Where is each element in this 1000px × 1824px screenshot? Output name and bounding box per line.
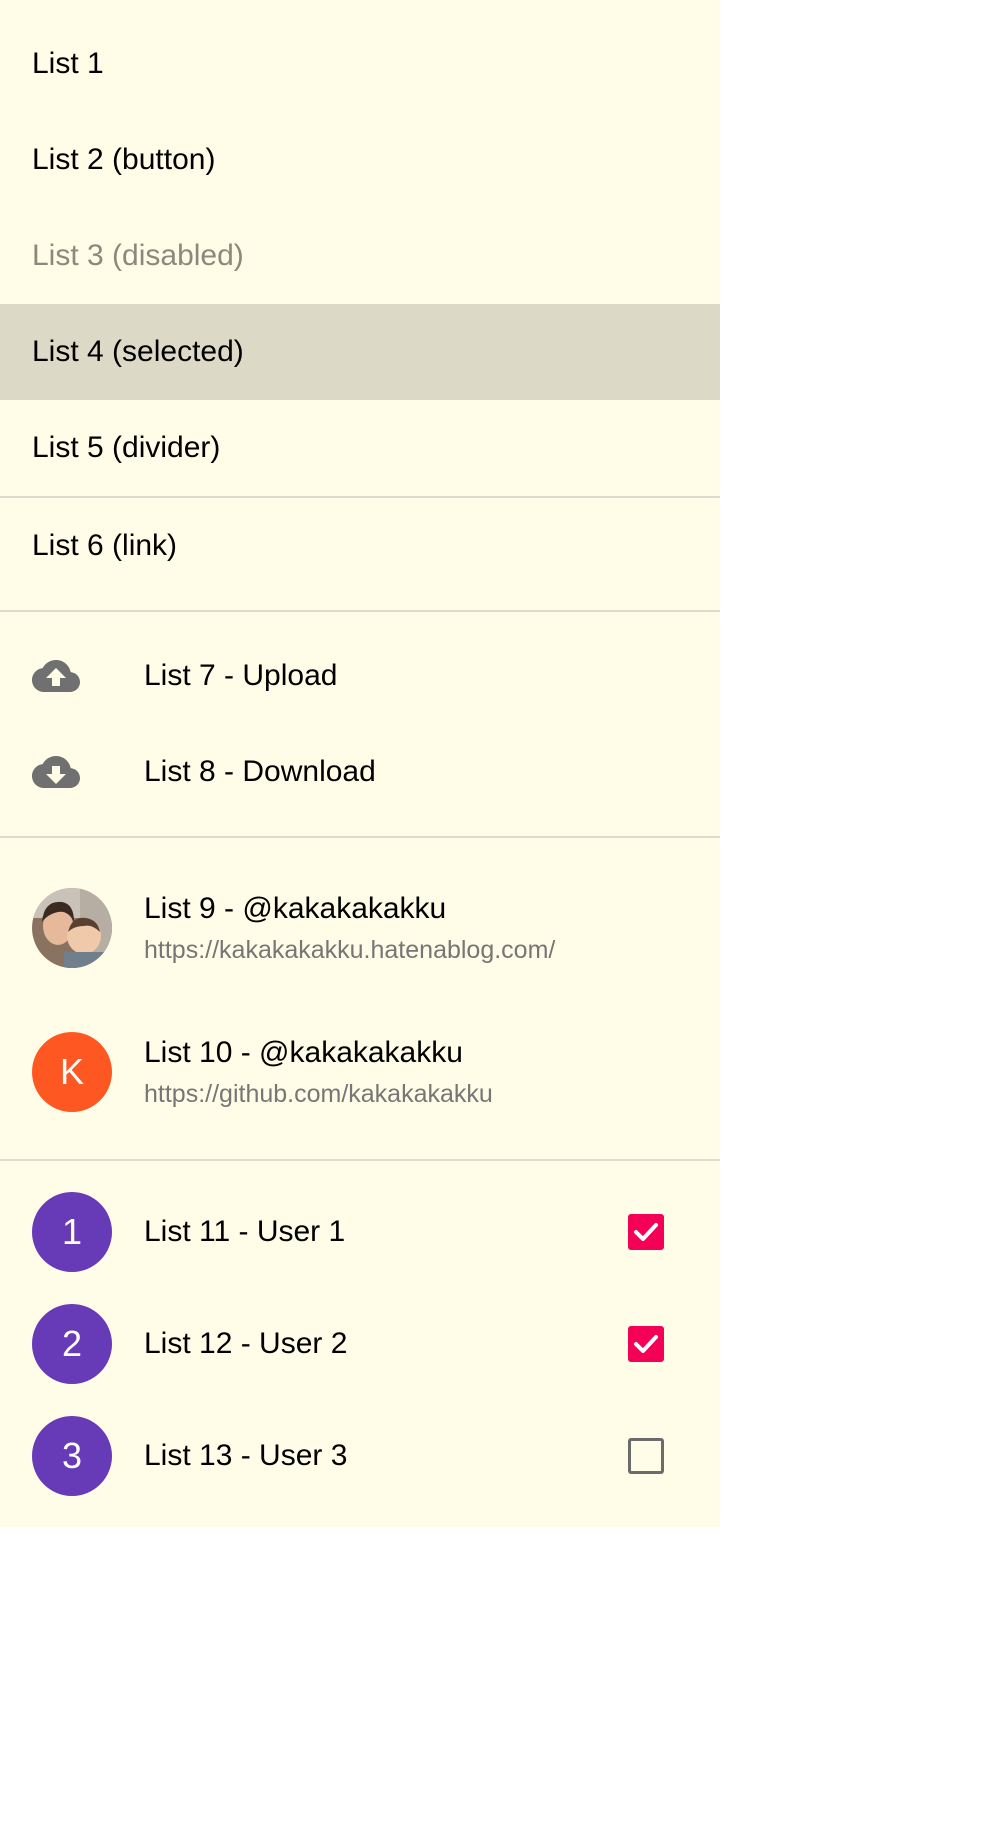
list-item-secondary: https://github.com/kakakakakku [144,1079,493,1108]
cloud-download-icon [32,748,80,796]
list-item-label: List 13 - User 3 [144,1439,348,1472]
cloud-upload-icon [32,652,80,700]
list-item-9-profile[interactable]: List 9 - @kakakakakku https://kakakakakk… [0,856,720,1000]
number-avatar: 3 [32,1416,112,1496]
list-item-2-button[interactable]: List 2 (button) [0,112,720,208]
list-item-text: List 10 - @kakakakakku https://github.co… [144,1035,493,1108]
list-item-label: List 6 (link) [32,529,178,562]
list-item-13-user[interactable]: 3 List 13 - User 3 [0,1400,720,1512]
list-panel: List 1 List 2 (button) List 3 (disabled)… [0,0,720,1527]
section-divider [0,836,720,838]
list-item-1[interactable]: List 1 [0,16,720,112]
list-item-8-download[interactable]: List 8 - Download [0,724,720,820]
list-item-label: List 8 - Download [144,755,376,788]
number-avatar: 2 [32,1304,112,1384]
list-item-11-user[interactable]: 1 List 11 - User 1 [0,1176,720,1288]
list-item-primary: List 9 - @kakakakakku [144,891,447,925]
list-item-12-user[interactable]: 2 List 12 - User 2 [0,1288,720,1400]
list-item-10-profile[interactable]: K List 10 - @kakakakakku https://github.… [0,1000,720,1144]
list-item-label: List 11 - User 1 [144,1215,346,1248]
profile-photo-avatar [32,888,112,968]
list-item-6-link[interactable]: List 6 (link) [0,498,720,594]
list-item-label: List 1 [32,47,104,80]
list-item-label: List 7 - Upload [144,659,338,692]
user-2-checkbox[interactable] [628,1326,664,1362]
list-item-text: List 9 - @kakakakakku https://kakakakakk… [144,891,556,964]
list-item-7-upload[interactable]: List 7 - Upload [0,628,720,724]
list-item-label: List 5 (divider) [32,431,221,464]
list-item-primary: List 10 - @kakakakakku [144,1035,463,1069]
list-item-5-divider[interactable]: List 5 (divider) [0,400,720,496]
section-divider [0,1159,720,1161]
list-item-label: List 2 (button) [32,143,216,176]
number-avatar: 1 [32,1192,112,1272]
user-1-checkbox[interactable] [628,1214,664,1250]
list-item-secondary: https://kakakakakku.hatenablog.com/ [144,935,556,964]
section-divider [0,610,720,612]
user-3-checkbox[interactable] [628,1438,664,1474]
list-item-label: List 12 - User 2 [144,1327,348,1360]
list-item-label: List 4 (selected) [32,335,244,368]
list-item-4-selected[interactable]: List 4 (selected) [0,304,720,400]
letter-avatar: K [32,1032,112,1112]
list-item-3-disabled: List 3 (disabled) [0,208,720,304]
list-item-label: List 3 (disabled) [32,239,244,272]
